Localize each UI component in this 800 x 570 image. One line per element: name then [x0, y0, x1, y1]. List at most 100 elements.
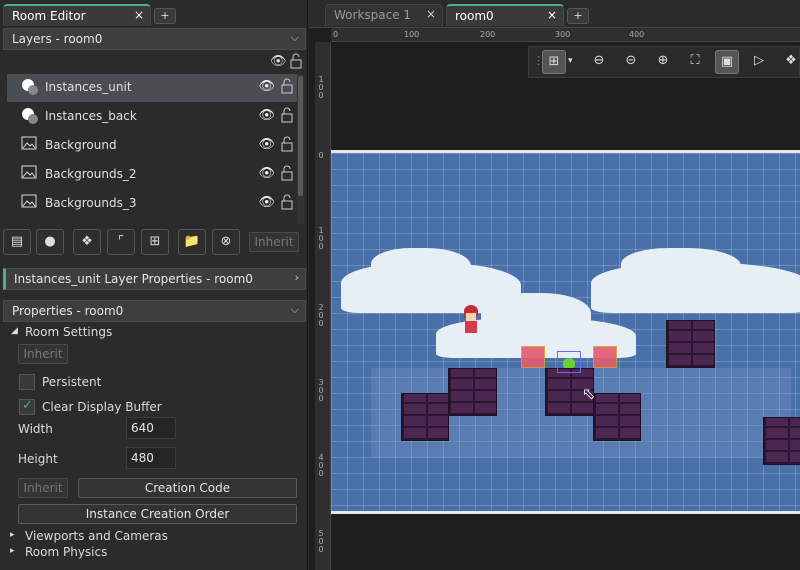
unlock-icon[interactable]: [281, 165, 293, 181]
layer-list-scrollbar[interactable]: [297, 74, 304, 224]
add-tab-button[interactable]: +: [154, 8, 176, 24]
creation-code-button[interactable]: Creation Code: [78, 478, 297, 498]
ruler-tick: 3 0 0: [318, 378, 324, 403]
height-field[interactable]: 480: [126, 447, 176, 469]
tab-room-editor[interactable]: Room Editor ×: [3, 4, 151, 26]
eye-icon[interactable]: 👁: [258, 137, 275, 152]
clear-display-label: Clear Display Buffer: [42, 400, 162, 414]
zoom-reset-icon[interactable]: ⊝: [619, 50, 643, 74]
mouse-cursor-icon: ⬁: [582, 384, 596, 403]
tab-room-editor-label: Room Editor: [12, 9, 86, 23]
more-tools-icon[interactable]: ❖: [779, 50, 800, 74]
layer-item-instances-unit[interactable]: Instances_unit 👁: [7, 74, 297, 102]
wall-instance[interactable]: [521, 346, 545, 368]
fit-view-icon[interactable]: ⛶: [683, 50, 707, 74]
add-tile-layer-button[interactable]: ❖: [73, 229, 101, 255]
delete-layer-button[interactable]: ⊗: [212, 229, 240, 255]
add-asset-layer-button[interactable]: ⊞: [141, 229, 169, 255]
chevron-down-icon[interactable]: ⌵: [291, 303, 299, 317]
inherit-code-button[interactable]: Inherit: [18, 478, 68, 498]
add-path-layer-button[interactable]: ⌜: [107, 229, 135, 255]
chevron-down-icon[interactable]: ▾: [568, 56, 573, 66]
persistent-checkbox[interactable]: [19, 374, 35, 390]
layers-panel-title: Layers - room0: [12, 32, 103, 46]
add-workspace-button[interactable]: +: [567, 8, 589, 24]
cloud-decoration: [371, 248, 471, 288]
lock-icon[interactable]: [290, 53, 302, 69]
unlock-icon[interactable]: [281, 136, 293, 152]
layer-label: Background: [45, 138, 117, 152]
chevron-down-icon[interactable]: ⌵: [291, 31, 299, 45]
zoom-out-icon[interactable]: ⊖: [587, 50, 611, 74]
ruler-tick: 200: [480, 30, 496, 39]
workspace-tab-label: Workspace 1: [334, 8, 412, 22]
player-sprite[interactable]: [461, 305, 483, 335]
layer-item-instances-back[interactable]: Instances_back 👁: [7, 103, 297, 131]
layer-properties-header[interactable]: Instances_unit Layer Properties - room0 …: [3, 268, 306, 290]
tile-block: [401, 393, 449, 441]
eye-icon[interactable]: 👁: [258, 166, 275, 181]
inherit-room-button[interactable]: Inherit: [18, 344, 68, 364]
clear-display-checkbox[interactable]: ✓: [19, 398, 35, 415]
wall-instance[interactable]: [593, 346, 617, 368]
layer-item-backgrounds-2[interactable]: Backgrounds_2 👁: [7, 161, 297, 189]
player-face: [466, 313, 476, 321]
show-border-button[interactable]: ▣: [715, 50, 739, 74]
ruler-tick: 2 0 0: [318, 303, 324, 328]
tile-block: [448, 368, 497, 416]
tile-block: [763, 417, 800, 465]
ruler-tick: 1 0 0: [318, 226, 324, 251]
collapse-triangle-icon[interactable]: ▸: [10, 530, 15, 540]
cloud-decoration: [481, 293, 591, 338]
chevron-right-icon[interactable]: ›: [295, 271, 299, 284]
scrollbar-thumb[interactable]: [298, 76, 303, 196]
layers-panel-header[interactable]: Layers - room0 ⌵: [3, 28, 306, 50]
cloud-decoration: [621, 248, 741, 288]
layer-item-backgrounds-3[interactable]: Backgrounds_3 👁: [7, 190, 297, 218]
close-icon[interactable]: ×: [547, 8, 557, 22]
close-icon[interactable]: ×: [134, 8, 144, 22]
eye-icon[interactable]: 👁: [258, 195, 275, 210]
layer-label: Instances_unit: [45, 80, 132, 94]
layer-item-background[interactable]: Background 👁: [7, 132, 297, 160]
ruler-tick: 100: [404, 30, 420, 39]
player-body: [465, 321, 477, 333]
collapse-triangle-icon[interactable]: ▸: [10, 546, 15, 556]
selected-instance[interactable]: [557, 351, 581, 373]
add-folder-button[interactable]: 📁: [178, 229, 206, 255]
unlock-icon[interactable]: [281, 194, 293, 210]
add-instance-layer-button[interactable]: ●: [36, 229, 64, 255]
instance-layer-icon: [22, 79, 38, 95]
room-canvas[interactable]: [331, 150, 800, 514]
ruler-tick: 5 0 0: [318, 529, 324, 554]
slime-enemy-sprite: [563, 358, 575, 368]
viewports-section[interactable]: Viewports and Cameras: [25, 529, 168, 543]
room-settings-label[interactable]: Room Settings: [25, 325, 112, 339]
instance-creation-order-button[interactable]: Instance Creation Order: [18, 504, 297, 524]
width-field[interactable]: 640: [126, 417, 176, 439]
zoom-in-icon[interactable]: ⊕: [651, 50, 675, 74]
background-layer-icon: [21, 194, 37, 208]
tab-workspace-1[interactable]: Workspace 1 ×: [325, 4, 443, 26]
eye-icon[interactable]: 👁: [270, 54, 287, 69]
play-icon[interactable]: ▷: [747, 50, 771, 74]
ruler-tick: 0: [318, 151, 324, 160]
add-background-layer-button[interactable]: ▤: [3, 229, 31, 255]
unlock-icon[interactable]: [281, 78, 293, 94]
room-physics-section[interactable]: Room Physics: [25, 545, 107, 559]
layer-label: Backgrounds_2: [45, 167, 137, 181]
layer-label: Backgrounds_3: [45, 196, 137, 210]
tab-room0[interactable]: room0 ×: [446, 4, 564, 26]
workspace-tab-label: room0: [455, 9, 494, 23]
properties-header[interactable]: Properties - room0 ⌵: [3, 300, 306, 322]
vertical-ruler: 1 0 0 0 1 0 0 2 0 0 3 0 0 4 0 0 5 0 0: [315, 42, 331, 570]
grid-toggle-button[interactable]: ⊞: [542, 50, 566, 74]
close-icon[interactable]: ×: [426, 7, 436, 21]
eye-icon[interactable]: 👁: [258, 108, 275, 123]
unlock-icon[interactable]: [281, 107, 293, 123]
ruler-tick: 400: [629, 30, 645, 39]
expand-triangle-icon[interactable]: ◢: [11, 326, 18, 336]
inherit-layers-button[interactable]: Inherit: [249, 232, 299, 252]
eye-icon[interactable]: 👁: [258, 79, 275, 94]
width-label: Width: [18, 422, 53, 436]
